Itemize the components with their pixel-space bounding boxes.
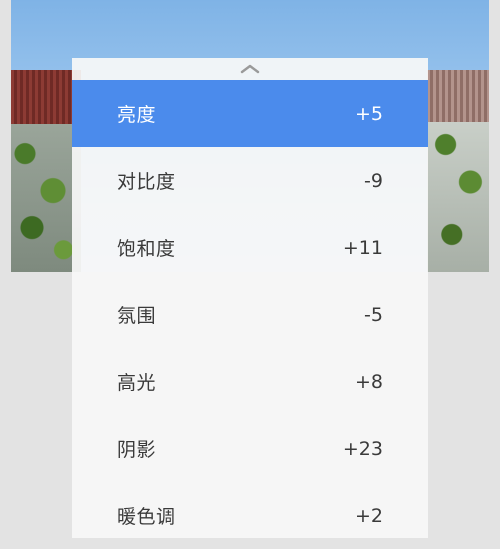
adjustment-value: +8 (354, 370, 383, 393)
adjustment-row-contrast[interactable]: 对比度 -9 (72, 147, 428, 214)
adjustment-label: 暖色调 (117, 506, 176, 528)
adjustment-value: +23 (342, 437, 383, 460)
adjustment-row-warmth[interactable]: 暖色调 +2 (72, 482, 428, 549)
adjustment-panel: 亮度 +5 对比度 -9 饱和度 +11 氛围 -5 高光 +8 阴影 +23 … (72, 58, 428, 538)
adjustment-value: +2 (354, 504, 383, 527)
adjustment-value: +5 (354, 102, 383, 125)
photo-roof-left (11, 70, 81, 124)
adjustment-value: +11 (342, 236, 383, 259)
adjustment-label: 亮度 (117, 104, 157, 126)
adjustment-row-ambiance[interactable]: 氛围 -5 (72, 281, 428, 348)
adjustment-label: 氛围 (117, 305, 157, 327)
adjustment-row-brightness[interactable]: 亮度 +5 (72, 80, 428, 147)
adjustment-label: 高光 (117, 372, 157, 394)
adjustment-row-highlights[interactable]: 高光 +8 (72, 348, 428, 415)
adjustment-label: 对比度 (117, 171, 176, 193)
adjustment-row-saturation[interactable]: 饱和度 +11 (72, 214, 428, 281)
panel-collapse-handle[interactable] (72, 58, 428, 80)
adjustment-label: 饱和度 (117, 238, 176, 260)
photo-roof-right (427, 70, 489, 122)
photo-ivy-wall-right (427, 122, 489, 272)
adjustment-value: -9 (364, 169, 383, 192)
adjustment-row-shadows[interactable]: 阴影 +23 (72, 415, 428, 482)
chevron-up-icon (240, 64, 260, 74)
adjustment-label: 阴影 (117, 439, 157, 461)
photo-ivy-wall-left (11, 124, 81, 272)
adjustment-value: -5 (364, 303, 383, 326)
